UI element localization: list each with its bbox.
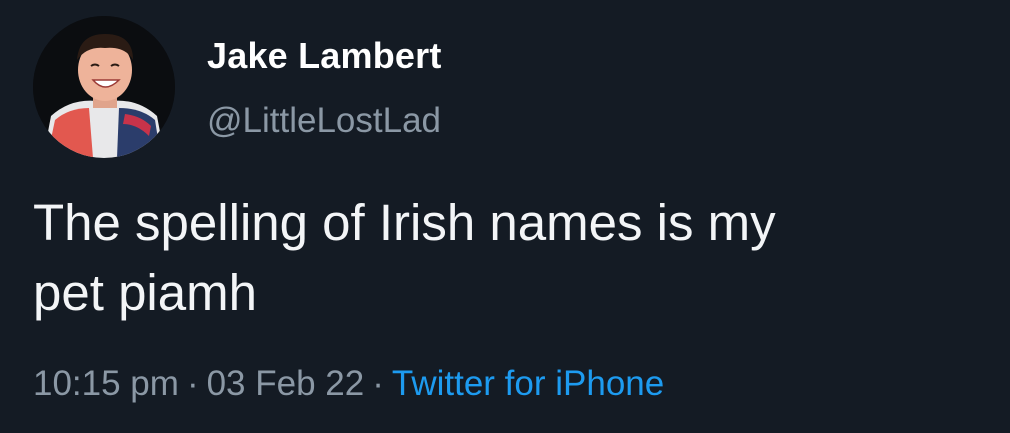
tweet-source-link[interactable]: Twitter for iPhone xyxy=(392,364,664,403)
tweet-meta: 10:15 pm · 03 Feb 22 · Twitter for iPhone xyxy=(33,362,664,406)
tweet-time[interactable]: 10:15 pm xyxy=(33,364,179,403)
tweet-card: Jake Lambert @LittleLostLad The spelling… xyxy=(0,0,1010,433)
tweet-date[interactable]: 03 Feb 22 xyxy=(207,364,365,403)
meta-separator: · xyxy=(372,364,384,403)
avatar[interactable] xyxy=(33,16,175,158)
avatar-image xyxy=(33,16,175,158)
author-name[interactable]: Jake Lambert xyxy=(207,34,442,78)
meta-separator: · xyxy=(186,364,199,403)
author-handle[interactable]: @LittleLostLad xyxy=(207,100,441,142)
tweet-text: The spelling of Irish names is my pet pi… xyxy=(33,194,776,321)
